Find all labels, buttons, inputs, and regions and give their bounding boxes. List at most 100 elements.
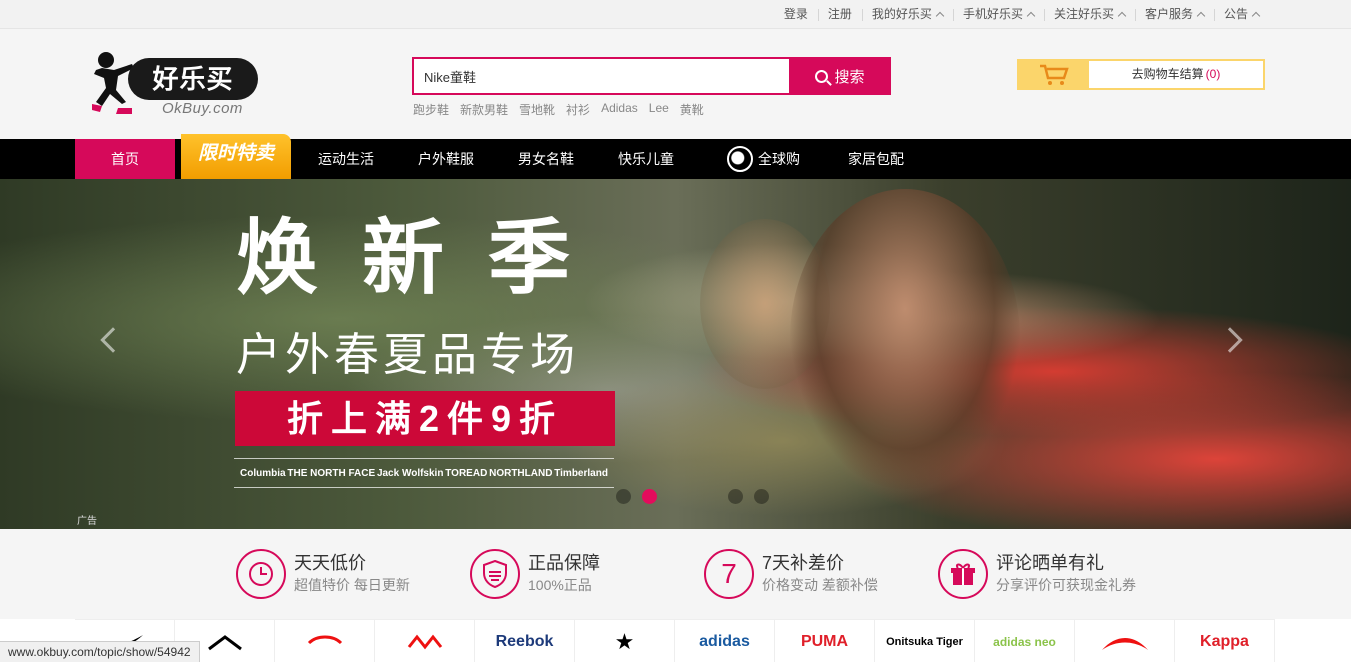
chevron-up-icon: [1117, 11, 1127, 21]
feature-desc: 价格变动 差额补偿: [762, 577, 878, 593]
brand-cell-onitsuka[interactable]: Onitsuka Tiger: [875, 620, 975, 662]
nav-outdoor[interactable]: 户外鞋服: [418, 139, 474, 179]
brand-cell-3[interactable]: [275, 620, 375, 662]
brand-mark-icon: [1101, 637, 1148, 650]
brand-cell-anta[interactable]: [1075, 620, 1175, 662]
brand-cell-reebok[interactable]: Reebok: [475, 620, 575, 662]
feature-authentic[interactable]: 正品保障 100%正品: [470, 548, 600, 600]
mobile-okbuy-menu[interactable]: 手机好乐买: [952, 0, 1044, 29]
brand-logo-timberland: Timberland: [554, 467, 608, 479]
banner-brand-row: Columbia THE NORTH FACE Jack Wolfskin TO…: [234, 458, 614, 488]
chevron-up-icon: [1251, 11, 1261, 21]
brand-cell-adidas[interactable]: adidas: [675, 620, 775, 662]
follow-okbuy-label: 关注好乐买: [1053, 7, 1114, 21]
hot-word-link[interactable]: 跑步鞋: [413, 101, 449, 118]
hero-banner[interactable]: 焕新季 户外春夏品专场 折上满2件9折 Columbia THE NORTH F…: [0, 179, 1351, 529]
main-nav: 首页 限时特卖 运动生活 户外鞋服 男女名鞋 快乐儿童 全球购 家居包配: [0, 134, 1351, 179]
brand-logo-columbia: Columbia: [240, 467, 286, 479]
feature-price-protection[interactable]: 7 7天补差价 价格变动 差额补偿: [704, 548, 878, 600]
seven-glyph: 7: [721, 558, 737, 589]
brand-cell-puma[interactable]: PUMA: [775, 620, 875, 662]
hot-word-link[interactable]: 雪地靴: [519, 101, 555, 118]
cart-button[interactable]: 去购物车结算 (0): [1017, 59, 1265, 90]
top-links: 登录 注册 我的好乐买 手机好乐买 关注好乐买 客户服务 公告: [774, 0, 1269, 29]
search-box: 搜索: [412, 57, 891, 95]
cart-label: 去购物车结算 (0): [1089, 61, 1263, 88]
register-link[interactable]: 注册: [817, 0, 862, 29]
banner-title: 焕新季: [236, 213, 615, 304]
nav-sport-life[interactable]: 运动生活: [318, 139, 374, 179]
search-button[interactable]: 搜索: [789, 57, 891, 95]
search-input[interactable]: [414, 59, 790, 93]
register-label: 注册: [827, 7, 852, 21]
my-okbuy-menu[interactable]: 我的好乐买: [861, 0, 953, 29]
brand-logo-toread: TOREAD: [445, 467, 488, 479]
service-features: 天天低价超值特价 每日更新 正品保障 100%正品 7 7天补差价 价格变动 差额补…: [0, 529, 1351, 619]
hot-word-link[interactable]: 黄靴: [680, 101, 704, 118]
hot-word-link[interactable]: 衬衫: [566, 101, 590, 118]
hot-word-link[interactable]: Adidas: [601, 101, 638, 118]
login-link[interactable]: 登录: [774, 0, 818, 29]
nav-home-goods[interactable]: 家居包配: [848, 139, 904, 179]
brand-mark-icon: [407, 634, 442, 649]
chevron-up-icon: [1026, 11, 1036, 21]
logo-domain: OkBuy.com: [162, 100, 243, 117]
nav-flash-sale[interactable]: 限时特卖: [181, 134, 291, 179]
mobile-okbuy-label: 手机好乐买: [962, 7, 1023, 21]
customer-service-label: 客户服务: [1144, 7, 1193, 21]
feature-desc: 分享评价可获现金礼券: [996, 577, 1136, 593]
banner-prev-arrow[interactable]: [100, 327, 126, 353]
cart-count: (0): [1205, 67, 1221, 81]
brand-cell-kappa[interactable]: Kappa: [1175, 620, 1275, 662]
chevron-up-icon: [1196, 11, 1206, 21]
browser-status-url: www.okbuy.com/topic/show/54942: [0, 641, 200, 662]
brand-cell-4[interactable]: [375, 620, 475, 662]
hot-word-link[interactable]: Lee: [649, 101, 669, 118]
banner-dot[interactable]: [754, 489, 769, 504]
brand-mark-icon: [307, 635, 342, 644]
follow-okbuy-menu[interactable]: 关注好乐买: [1043, 0, 1135, 29]
announcement-menu[interactable]: 公告: [1213, 0, 1269, 29]
banner-dot[interactable]: [728, 489, 743, 504]
banner-next-arrow[interactable]: [1217, 327, 1243, 353]
customer-service-menu[interactable]: 客户服务: [1134, 0, 1214, 29]
globe-icon: [727, 145, 753, 172]
seven-days-icon: 7: [704, 549, 754, 599]
feature-title: 正品保障: [528, 553, 600, 573]
banner-dot[interactable]: [616, 489, 631, 504]
cart-text: 去购物车结算: [1131, 67, 1204, 81]
hot-word-link[interactable]: 新款男鞋: [460, 101, 508, 118]
announcement-label: 公告: [1223, 7, 1248, 21]
banner-subtitle: 户外春夏品专场: [236, 329, 580, 380]
brand-cell-converse[interactable]: ★: [575, 620, 675, 662]
feature-title: 天天低价: [294, 553, 366, 573]
shield-icon: [470, 549, 520, 599]
ad-label: 广告: [77, 516, 97, 527]
feature-desc: 超值特价 每日更新: [294, 577, 410, 593]
banner-pagination: [616, 489, 780, 504]
top-bar: 登录 注册 我的好乐买 手机好乐买 关注好乐买 客户服务 公告: [0, 0, 1351, 29]
hot-search-words: 跑步鞋 新款男鞋 雪地靴 衬衫 Adidas Lee 黄靴: [413, 101, 715, 118]
feature-review-gift[interactable]: 评论晒单有礼分享评价可获现金礼券: [938, 548, 1136, 600]
site-logo[interactable]: 好乐买 OkBuy.com: [92, 48, 262, 128]
feature-desc: 100%正品: [528, 577, 592, 593]
brand-mark-icon: [207, 634, 242, 650]
brand-cell-adidas-neo[interactable]: adidas neo: [975, 620, 1075, 662]
brand-logo-northland: NORTHLAND: [489, 467, 553, 479]
nav-home[interactable]: 首页: [75, 139, 175, 179]
nav-global[interactable]: 全球购: [727, 139, 800, 179]
login-label: 登录: [783, 7, 808, 21]
logo-wordmark: 好乐买: [128, 58, 258, 100]
nav-kids[interactable]: 快乐儿童: [618, 139, 674, 179]
search-icon: [815, 69, 829, 83]
banner-dot-active[interactable]: [642, 489, 657, 504]
nav-brand-shoes[interactable]: 男女名鞋: [518, 139, 574, 179]
clock-icon: [236, 549, 286, 599]
shopping-cart-icon: [1019, 61, 1089, 88]
search-button-label: 搜索: [834, 68, 865, 86]
banner-promo: 折上满2件9折: [235, 391, 615, 446]
brand-logo-jack-wolfskin: Jack Wolfskin: [376, 467, 444, 479]
feature-title: 评论晒单有礼: [996, 553, 1104, 573]
header: 好乐买 OkBuy.com 搜索 跑步鞋 新款男鞋 雪地靴 衬衫 Adidas …: [0, 29, 1351, 139]
feature-daily-low-price[interactable]: 天天低价超值特价 每日更新: [236, 548, 410, 600]
